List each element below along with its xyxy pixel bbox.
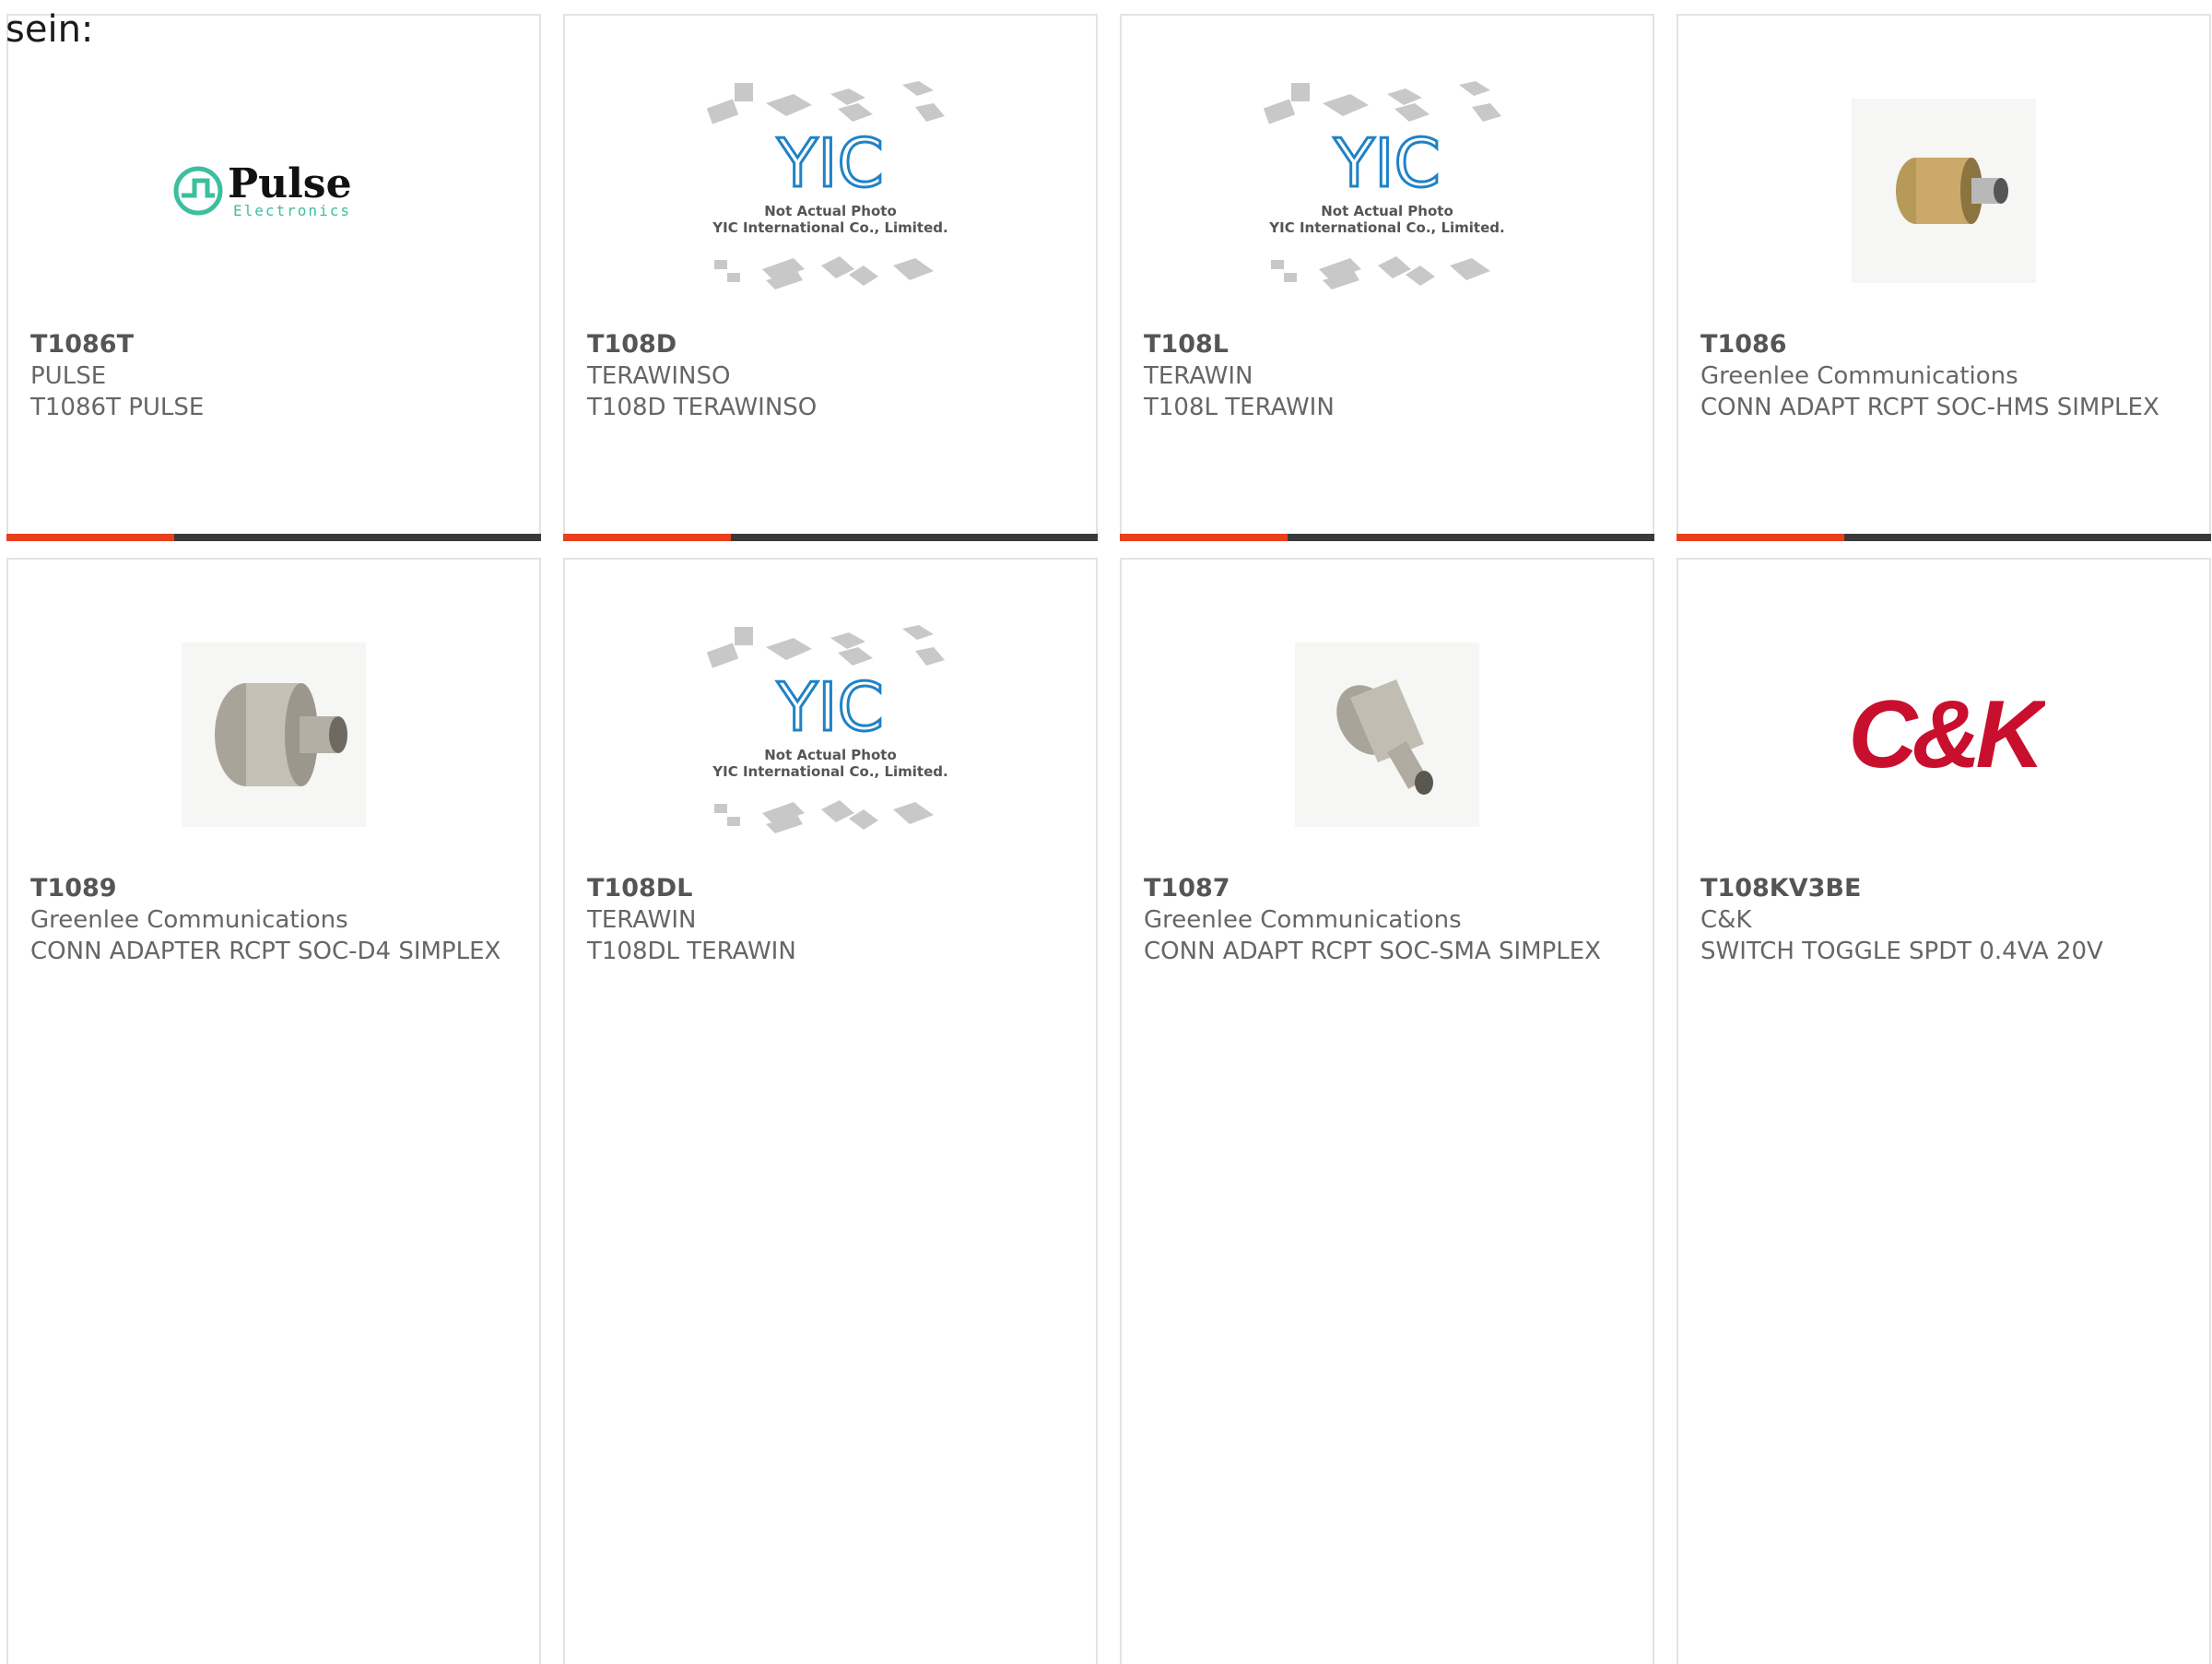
svg-text:C&K: C&K (1848, 684, 2045, 785)
part-number[interactable]: T1086T (30, 329, 510, 360)
product-card[interactable]: T1087 Greenlee Communications CONN ADAPT… (1120, 558, 1654, 1664)
svg-text:YIC International Co., Limited: YIC International Co., Limited. (1268, 219, 1504, 236)
description: CONN ADAPT RCPT SOC-SMA SIMPLEX (1144, 938, 1601, 965)
manufacturer: Greenlee Communications (1700, 362, 2018, 390)
connector-photo (1678, 43, 2209, 338)
svg-text:YIC: YIC (776, 124, 884, 202)
product-card[interactable]: C&K T108KV3BE C&K SWITCH TOGGLE SPDT 0.4… (1677, 558, 2211, 1664)
card-bottom-bar (6, 534, 541, 541)
manufacturer: TERAWIN (1144, 362, 1253, 390)
svg-text:YIC: YIC (1333, 124, 1441, 202)
svg-text:YIC International Co., Limited: YIC International Co., Limited. (712, 763, 947, 780)
connector-photo (1122, 587, 1653, 882)
product-card[interactable]: YIC Not Actual Photo YIC International C… (563, 14, 1098, 541)
product-grid: Pulse Electronics T1086T PULSE T1086T PU… (6, 14, 2211, 541)
ck-logo: C&K (1678, 587, 2209, 882)
svg-text:Electronics: Electronics (233, 202, 351, 219)
svg-text:YIC International Co., Limited: YIC International Co., Limited. (712, 219, 947, 236)
description: CONN ADAPTER RCPT SOC-D4 SIMPLEX (30, 938, 501, 965)
manufacturer: TERAWIN (587, 906, 697, 934)
part-number[interactable]: T1087 (1144, 873, 1623, 904)
card-bottom-bar (1677, 534, 2211, 541)
svg-text:Not Actual Photo: Not Actual Photo (1321, 203, 1453, 219)
manufacturer: C&K (1700, 906, 1752, 934)
card-bottom-bar (1120, 534, 1654, 541)
manufacturer: Greenlee Communications (1144, 906, 1462, 934)
manufacturer: Greenlee Communications (30, 906, 348, 934)
product-grid-row-2: T1089 Greenlee Communications CONN ADAPT… (6, 558, 2211, 1664)
svg-text:Pulse: Pulse (228, 160, 352, 207)
description: T1086T PULSE (30, 394, 205, 421)
product-card[interactable]: Pulse Electronics T1086T PULSE T1086T PU… (6, 14, 541, 541)
part-number[interactable]: T108L (1144, 329, 1623, 360)
manufacturer: PULSE (30, 362, 107, 390)
product-card[interactable]: T1089 Greenlee Communications CONN ADAPT… (6, 558, 541, 1664)
yic-placeholder-image: YIC Not Actual Photo YIC International C… (1122, 43, 1653, 338)
connector-photo (8, 587, 539, 882)
product-card[interactable]: T1086 Greenlee Communications CONN ADAPT… (1677, 14, 2211, 541)
description: SWITCH TOGGLE SPDT 0.4VA 20V (1700, 938, 2103, 965)
pulse-logo: Pulse Electronics (8, 43, 539, 338)
part-number[interactable]: T1089 (30, 873, 510, 904)
part-number[interactable]: T108KV3BE (1700, 873, 2180, 904)
manufacturer: TERAWINSO (587, 362, 731, 390)
description: T108D TERAWINSO (587, 394, 818, 421)
svg-text:YIC: YIC (776, 668, 884, 746)
description: T108L TERAWIN (1144, 394, 1335, 421)
description: T108DL TERAWIN (587, 938, 796, 965)
product-card[interactable]: YIC Not Actual Photo YIC International C… (563, 558, 1098, 1664)
svg-text:Not Actual Photo: Not Actual Photo (764, 747, 897, 763)
card-bottom-bar (563, 534, 1098, 541)
part-number[interactable]: T1086 (1700, 329, 2180, 360)
yic-placeholder-image: YIC Not Actual Photo YIC International C… (565, 43, 1096, 338)
page-fragment-text: sein: (6, 8, 94, 51)
product-card[interactable]: YIC Not Actual Photo YIC International C… (1120, 14, 1654, 541)
part-number[interactable]: T108D (587, 329, 1066, 360)
description: CONN ADAPT RCPT SOC-HMS SIMPLEX (1700, 394, 2159, 421)
svg-text:Not Actual Photo: Not Actual Photo (764, 203, 897, 219)
yic-placeholder-image: YIC Not Actual Photo YIC International C… (565, 587, 1096, 882)
part-number[interactable]: T108DL (587, 873, 1066, 904)
